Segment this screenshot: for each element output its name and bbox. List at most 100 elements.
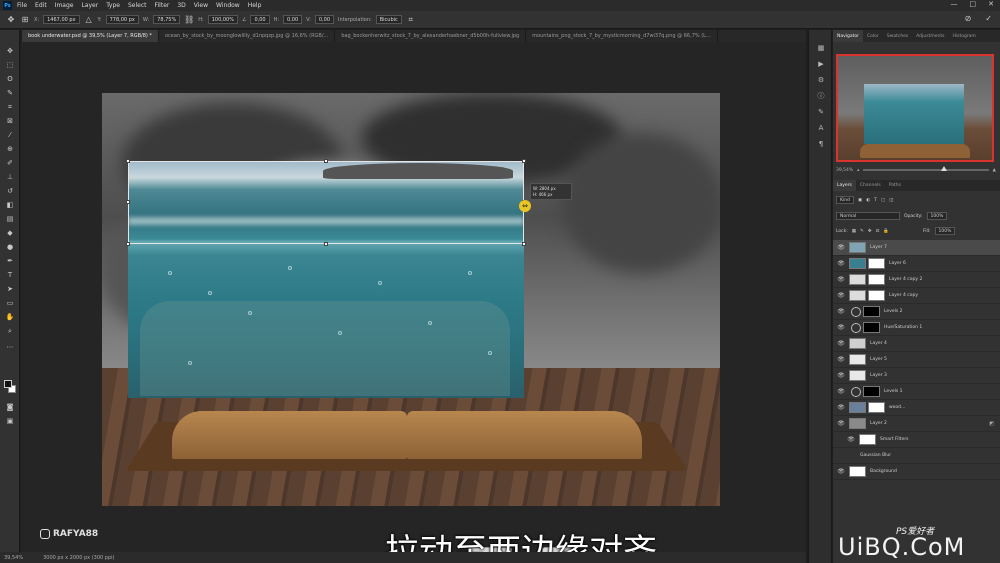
foreground-color-swatch[interactable] bbox=[4, 380, 12, 388]
layer-row[interactable]: 👁 Background bbox=[833, 464, 1000, 480]
menu-file[interactable]: File bbox=[17, 2, 27, 9]
transform-handle-bl[interactable] bbox=[126, 242, 130, 246]
transform-bounding-box[interactable] bbox=[126, 159, 526, 246]
layer-thumbnail[interactable] bbox=[849, 402, 866, 413]
layer-row[interactable]: 👁 Hue/Saturation 1 bbox=[833, 320, 1000, 336]
menu-window[interactable]: Window bbox=[216, 2, 240, 9]
menu-select[interactable]: Select bbox=[128, 2, 147, 9]
quick-mask-icon[interactable]: ◙ bbox=[4, 402, 16, 412]
transform-handle-top[interactable] bbox=[324, 159, 328, 163]
gradient-tool-icon[interactable]: ▤ bbox=[4, 214, 16, 224]
width-field[interactable]: 78,75% bbox=[153, 15, 181, 24]
tab-bag-stock[interactable]: bag_bockenherwitz_stock_7_by_alexanderha… bbox=[335, 30, 527, 42]
more-tools-icon[interactable]: ⋯ bbox=[4, 342, 16, 352]
visibility-eye-icon[interactable]: 👁 bbox=[836, 308, 846, 315]
layer-row[interactable]: 👁 Layer 4 copy bbox=[833, 288, 1000, 304]
reference-point-icon[interactable]: ⊞ bbox=[20, 15, 30, 25]
tab-layers[interactable]: Layers bbox=[833, 180, 856, 191]
layer-row[interactable]: 👁 Layer 3 bbox=[833, 368, 1000, 384]
layer-row[interactable]: 👁 Layer 5 bbox=[833, 352, 1000, 368]
navigator-preview[interactable] bbox=[836, 54, 994, 162]
layer-row[interactable]: 👁 Layer 6 bbox=[833, 256, 1000, 272]
screen-mode-icon[interactable]: ▣ bbox=[4, 416, 16, 426]
interpolation-select[interactable]: Bicubic bbox=[375, 15, 402, 24]
brushes-panel-icon[interactable]: ✎ bbox=[816, 108, 826, 116]
zoom-tool-icon[interactable]: ⌕ bbox=[4, 326, 16, 336]
visibility-eye-icon[interactable]: 👁 bbox=[836, 388, 846, 395]
close-icon[interactable]: ✕ bbox=[988, 0, 994, 8]
layer-mask-thumbnail[interactable] bbox=[863, 306, 880, 317]
tab-color[interactable]: Color bbox=[863, 30, 883, 42]
blend-mode-select[interactable]: Normal bbox=[836, 212, 900, 220]
layer-thumbnail[interactable] bbox=[849, 274, 866, 285]
layer-thumbnail[interactable] bbox=[849, 418, 866, 429]
actions-panel-icon[interactable]: ▶ bbox=[816, 60, 826, 68]
layer-thumbnail[interactable] bbox=[849, 354, 866, 365]
layer-mask-thumbnail[interactable] bbox=[868, 274, 885, 285]
character-panel-icon[interactable]: A bbox=[816, 124, 826, 132]
visibility-eye-icon[interactable]: 👁 bbox=[836, 372, 846, 379]
tab-histogram[interactable]: Histogram bbox=[948, 30, 979, 42]
transform-handle-br[interactable] bbox=[522, 242, 526, 246]
layer-row[interactable]: 👁 Levels 1 bbox=[833, 384, 1000, 400]
height-field[interactable]: 100,00% bbox=[207, 15, 238, 24]
lasso-tool-icon[interactable]: ʘ bbox=[4, 74, 16, 84]
history-panel-icon[interactable]: ▦ bbox=[816, 44, 826, 52]
visibility-eye-icon[interactable]: 👁 bbox=[836, 468, 846, 475]
visibility-eye-icon[interactable]: 👁 bbox=[836, 420, 846, 427]
visibility-eye-icon[interactable]: 👁 bbox=[846, 436, 856, 443]
move-tool-icon[interactable]: ✥ bbox=[4, 46, 16, 56]
layer-row[interactable]: Gaussian Blur bbox=[833, 448, 1000, 464]
hand-tool-icon[interactable]: ✋ bbox=[4, 312, 16, 322]
stamp-tool-icon[interactable]: ⊥ bbox=[4, 172, 16, 182]
layer-row[interactable]: 👁 Layer 4 copy 2 bbox=[833, 272, 1000, 288]
cancel-transform-icon[interactable]: ⊘ bbox=[965, 14, 972, 23]
opacity-field[interactable]: 100% bbox=[926, 212, 948, 220]
marquee-tool-icon[interactable]: ⬚ bbox=[4, 60, 16, 70]
transform-handle-tl[interactable] bbox=[126, 159, 130, 163]
tab-swatches[interactable]: Swatches bbox=[883, 30, 913, 42]
angle-field[interactable]: 0,00 bbox=[250, 15, 270, 24]
menu-filter[interactable]: Filter bbox=[155, 2, 170, 9]
lock-artboard-icon[interactable]: ⊡ bbox=[876, 229, 880, 234]
tab-paths[interactable]: Paths bbox=[885, 180, 905, 191]
filter-pixel-icon[interactable]: ▣ bbox=[858, 198, 862, 203]
transform-handle-bottom[interactable] bbox=[324, 242, 328, 246]
layer-thumbnail[interactable] bbox=[859, 434, 876, 445]
paragraph-panel-icon[interactable]: ¶ bbox=[816, 140, 826, 148]
relative-position-icon[interactable]: △ bbox=[84, 15, 94, 25]
info-panel-icon[interactable]: ⓘ bbox=[816, 92, 826, 100]
history-brush-tool-icon[interactable]: ↺ bbox=[4, 186, 16, 196]
navigator-zoom-value[interactable]: 39,54% bbox=[836, 168, 853, 173]
crop-tool-icon[interactable]: ⌗ bbox=[4, 102, 16, 112]
layer-thumbnail[interactable] bbox=[849, 338, 866, 349]
lock-paint-icon[interactable]: ✎ bbox=[860, 229, 864, 234]
layer-thumbnail[interactable] bbox=[849, 258, 866, 269]
eyedropper-tool-icon[interactable]: ⁄ bbox=[4, 130, 16, 140]
tab-adjustments[interactable]: Adjustments bbox=[912, 30, 948, 42]
visibility-eye-icon[interactable]: 👁 bbox=[836, 244, 846, 251]
canvas-area[interactable]: W: 2804 px H: 466 px ⇔ Ctrl 拉动至两边缘对齐 bbox=[21, 42, 806, 563]
visibility-eye-icon[interactable]: 👁 bbox=[836, 324, 846, 331]
layer-row[interactable]: 👁 Layer 2 ◩ bbox=[833, 416, 1000, 432]
layer-thumbnail[interactable] bbox=[849, 290, 866, 301]
blur-tool-icon[interactable]: ◆ bbox=[4, 228, 16, 238]
filter-adjustment-icon[interactable]: ◐ bbox=[866, 198, 870, 203]
layer-mask-thumbnail[interactable] bbox=[868, 290, 885, 301]
menu-image[interactable]: Image bbox=[55, 2, 74, 9]
lock-position-icon[interactable]: ✥ bbox=[868, 229, 872, 234]
status-doc-info[interactable]: 3000 px x 2000 px (300 ppi) bbox=[43, 555, 114, 561]
menu-type[interactable]: Type bbox=[106, 2, 120, 9]
type-tool-icon[interactable]: T bbox=[4, 270, 16, 280]
layer-row[interactable]: 👁 wood... bbox=[833, 400, 1000, 416]
filter-smart-icon[interactable]: ◫ bbox=[889, 198, 893, 203]
vskew-field[interactable]: 0,00 bbox=[314, 15, 335, 24]
pen-tool-icon[interactable]: ✒ bbox=[4, 256, 16, 266]
path-select-tool-icon[interactable]: ➤ bbox=[4, 284, 16, 294]
zoom-in-icon[interactable]: ▲ bbox=[993, 168, 996, 173]
filter-shape-icon[interactable]: ▢ bbox=[881, 198, 885, 203]
commit-transform-icon[interactable]: ✓ bbox=[985, 14, 992, 23]
menu-3d[interactable]: 3D bbox=[177, 2, 185, 9]
y-field[interactable]: 778,00 px bbox=[105, 15, 139, 24]
filter-type-icon[interactable]: T bbox=[874, 198, 877, 203]
